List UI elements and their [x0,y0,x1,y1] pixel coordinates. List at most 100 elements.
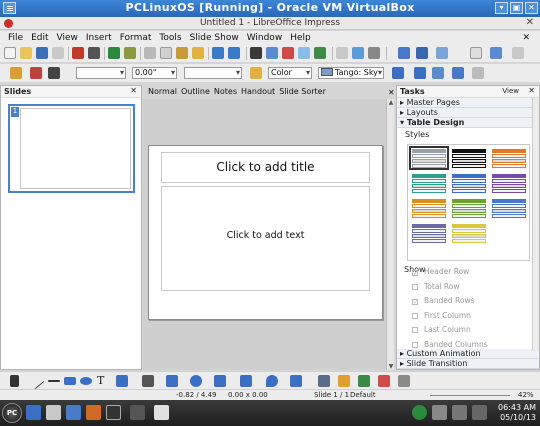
area-color-select[interactable]: Tango: Sky [318,67,384,79]
tab-notes[interactable]: Notes [212,86,239,99]
table-style-item[interactable] [492,199,526,218]
task-button[interactable] [130,405,145,420]
email-icon[interactable] [52,47,64,59]
lo-close-button[interactable]: ✕ [526,17,534,28]
table-style-item[interactable] [452,174,486,193]
desktop-icon[interactable] [26,405,41,420]
glue-points-icon[interactable] [338,375,350,387]
select-icon[interactable] [10,375,19,387]
fontwork-icon[interactable] [314,47,326,59]
line-tool-icon[interactable] [27,372,45,390]
menu-tools[interactable]: Tools [155,33,185,43]
rotate-icon[interactable] [414,67,426,79]
section-slide-transition[interactable]: ▸ Slide Transition [397,359,539,369]
system-clock[interactable]: 06:43 AM 05/10/13 [498,403,536,423]
section-custom-animation[interactable]: ▸ Custom Animation [397,349,539,359]
paste-icon[interactable] [176,47,188,59]
option-header-row[interactable]: ✓ Header Row [412,267,469,277]
symbol-shapes-icon[interactable] [190,375,202,387]
clone-format-icon[interactable] [192,47,204,59]
copy-icon[interactable] [160,47,172,59]
table-style-item[interactable] [452,224,486,243]
table-style-item[interactable] [412,224,446,243]
line-color-select[interactable] [184,67,242,79]
new-slide-icon[interactable] [470,47,482,59]
arrow-style-icon[interactable] [48,67,60,79]
stars-icon[interactable] [290,375,302,387]
spellcheck-icon[interactable] [108,47,120,59]
start-menu-button[interactable]: PC [2,403,22,423]
connector-icon[interactable] [142,375,154,387]
maximize-button[interactable]: ▣ [510,2,523,14]
rectangle-icon[interactable] [64,377,76,385]
arrow-line-icon[interactable] [48,380,60,382]
option-first-column[interactable]: First Column [412,311,471,320]
option-last-column[interactable]: Last Column [412,325,471,334]
styles-icon[interactable] [10,67,22,79]
slide-layout-icon[interactable] [490,47,502,59]
arrange-icon[interactable] [452,67,464,79]
toolbar-options-icon[interactable] [512,47,524,59]
chart-icon[interactable] [282,47,294,59]
zoom-slider[interactable] [430,395,510,396]
tab-outline[interactable]: Outline [179,86,212,99]
gallery-icon[interactable] [368,47,380,59]
tasks-pane-close[interactable]: ✕ [528,86,535,95]
menu-format[interactable]: Format [116,33,156,43]
show-draw-icon[interactable] [336,47,348,59]
table-style-item[interactable] [452,199,486,218]
slides-pane-close[interactable]: ✕ [130,86,137,95]
print-icon[interactable] [88,47,100,59]
option-banded-columns[interactable]: Banded Columns [412,340,488,349]
file-manager-icon[interactable] [66,405,81,420]
table-style-item[interactable] [412,174,446,193]
group-icon[interactable] [472,67,484,79]
area-icon[interactable] [250,67,262,79]
zoom-icon[interactable] [398,47,410,59]
menu-slide-show[interactable]: Slide Show [186,33,243,43]
slide-thumbnail[interactable]: 1 [8,104,135,193]
menu-help[interactable]: Help [286,33,315,43]
undo-icon[interactable] [212,47,224,59]
navigator-icon[interactable] [352,47,364,59]
slide-show-icon[interactable] [416,47,428,59]
tasks-view-menu[interactable]: View [502,87,519,95]
section-table-design[interactable]: ▾ Table Design [397,118,539,128]
flowchart-icon[interactable] [240,375,252,387]
table-style-item[interactable] [492,149,526,168]
section-master-pages[interactable]: ▸ Master Pages [397,98,539,108]
browser-icon[interactable] [86,405,101,420]
battery-icon[interactable] [472,405,487,420]
table-style-item[interactable] [492,174,526,193]
menu-edit[interactable]: Edit [27,33,52,43]
option-total-row[interactable]: Total Row [412,282,460,291]
new-document-icon[interactable] [4,47,16,59]
tab-slide-sorter[interactable]: Slide Sorter [277,86,328,99]
line-style-select[interactable] [76,67,126,79]
menu-insert[interactable]: Insert [82,33,116,43]
open-folder-icon[interactable] [20,47,32,59]
from-file-icon[interactable] [378,375,390,387]
line-icon[interactable] [30,67,42,79]
align-icon[interactable] [432,67,444,79]
minimize-button[interactable]: ▾ [495,2,508,14]
updates-icon[interactable] [412,405,427,420]
cut-icon[interactable] [144,47,156,59]
movie-icon[interactable] [298,47,310,59]
document-close-button[interactable]: ✕ [518,33,534,43]
text-placeholder[interactable]: Click to add text [161,186,370,291]
fontwork-gallery-icon[interactable] [358,375,370,387]
presentation-icon[interactable] [436,47,448,59]
autospellcheck-icon[interactable] [124,47,136,59]
extrusion-icon[interactable] [398,375,410,387]
curve-icon[interactable] [116,375,128,387]
task-impress-icon[interactable] [154,405,169,420]
menu-file[interactable]: File [4,33,27,43]
image-icon[interactable] [266,47,278,59]
table-style-item[interactable] [412,199,446,218]
ellipse-icon[interactable] [80,377,92,385]
points-icon[interactable] [318,375,330,387]
table-icon[interactable] [250,47,262,59]
option-banded-rows[interactable]: ✓ Banded Rows [412,296,475,306]
callouts-icon[interactable] [266,375,278,387]
